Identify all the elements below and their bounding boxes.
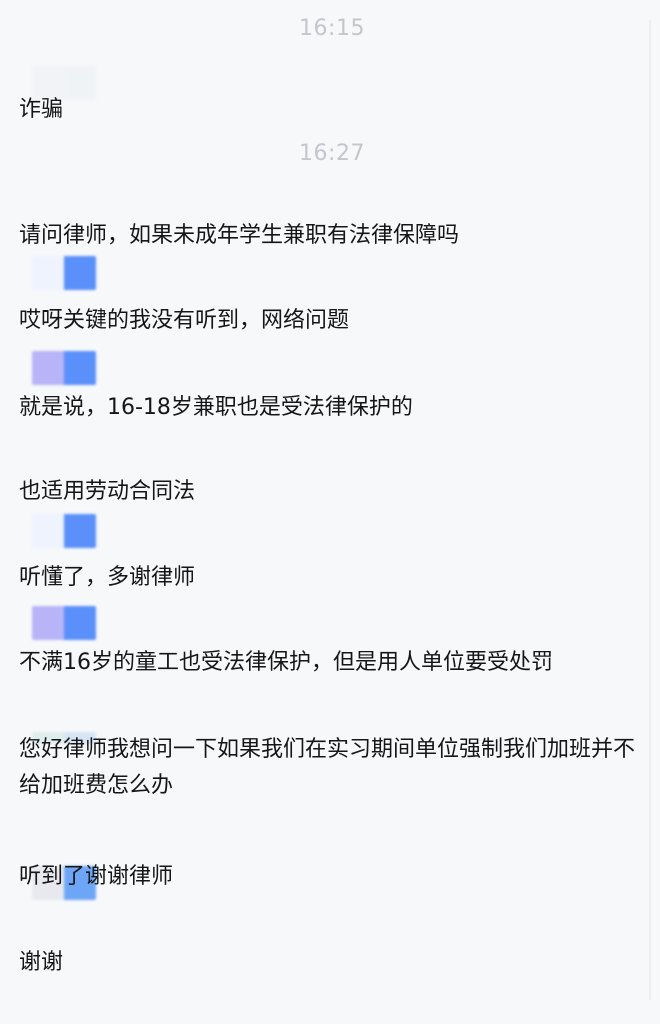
timestamp-1: 16:15	[299, 16, 365, 41]
avatar	[32, 514, 96, 548]
chat-history: 16:15 诈骗 16:27 请问律师，如果未成年学生兼职有法律保障吗 哎呀关键…	[0, 0, 660, 1024]
message: 听到了谢谢律师	[19, 864, 174, 889]
avatar	[32, 256, 96, 290]
message: 不满16岁的童工也受法律保护，但是用人单位要受处罚	[19, 650, 553, 675]
message: 谢谢	[19, 950, 64, 975]
scroll-track	[649, 20, 651, 1000]
avatar	[32, 351, 96, 385]
message: 也适用劳动合同法	[19, 479, 196, 504]
message: 听懂了，多谢律师	[19, 565, 196, 590]
message: 您好律师我想问一下如果我们在实习期间单位强制我们加班并不给加班费怎么办	[19, 737, 636, 798]
message: 哎呀关键的我没有听到，网络问题	[19, 308, 350, 333]
timestamp-2: 16:27	[299, 141, 365, 166]
message: 请问律师，如果未成年学生兼职有法律保障吗	[19, 223, 460, 248]
message: 就是说，16-18岁兼职也是受法律保护的	[19, 395, 413, 420]
avatar	[32, 606, 96, 640]
message: 诈骗	[19, 97, 64, 122]
